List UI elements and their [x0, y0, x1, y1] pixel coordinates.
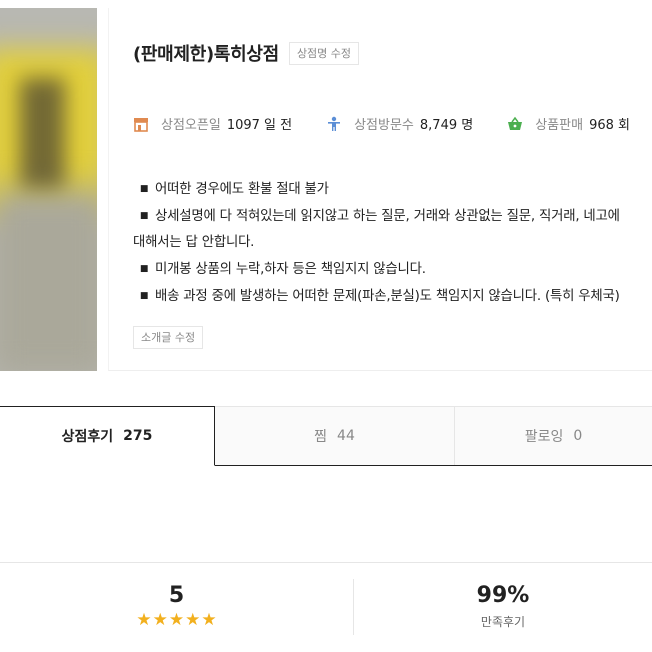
stat-value: 968 회 [589, 118, 630, 133]
intro-text: 대해서는 답 안합니다. [133, 235, 255, 250]
edit-shop-name-button[interactable]: 상점명 수정 [288, 41, 360, 65]
star-icon: ★ [136, 610, 152, 630]
tab-label: 상점후기 [61, 429, 114, 445]
tab-label: 팔로잉 [524, 429, 564, 445]
shop-intro: ■ 어떠한 경우에도 환불 절대 불가 ■ 상세설명에 다 적혀있는데 읽지않고 하… [133, 176, 652, 310]
rating-summary: 5 ★ ★ ★ ★ ★ [0, 563, 353, 643]
intro-text: 미개봉 상품의 누락,하자 등은 책임지지 않습니다. [155, 262, 426, 277]
star-icon: ★ [185, 610, 201, 630]
intro-text: 배송 과정 중에 발생하는 어떠한 문제(파손,분실)도 책임지지 않습니다. … [155, 289, 620, 304]
star-icon: ★ [201, 610, 217, 630]
tab-count: 275 [123, 428, 153, 444]
tab-wishlist[interactable]: 찜 44 [215, 406, 455, 466]
intro-line: ■ 배송 과정 중에 발생하는 어떠한 문제(파손,분실)도 책임지지 않습니다.… [133, 283, 652, 310]
tab-reviews[interactable]: 상점후기 275 [0, 406, 215, 466]
review-summary: 5 ★ ★ ★ ★ ★ 99% 만족후기 [0, 562, 652, 642]
star-icon: ★ [152, 610, 168, 630]
rating-stars: ★ ★ ★ ★ ★ [0, 611, 353, 629]
stat-label: 상점오픈일 [161, 118, 221, 133]
visitor-icon [328, 116, 341, 131]
edit-intro-button[interactable]: 소개글 수정 [133, 326, 204, 349]
stat-label: 상품판매 [535, 118, 584, 133]
shop-info-panel: (판매제한)톡히상점 상점명 수정 상점오픈일 1097 일 전 상점방문수 8… [108, 8, 652, 371]
tabs-divider [215, 465, 652, 466]
stat-value: 8,749 명 [419, 118, 474, 133]
rating-value: 5 [168, 583, 185, 608]
basket-icon [508, 116, 523, 130]
satisfaction-label: 만족후기 [480, 615, 526, 629]
satisfaction-value: 99% [476, 583, 530, 608]
shop-stats: 상점오픈일 1097 일 전 상점방문수 8,749 명 상품판매 968 회 [133, 114, 652, 133]
intro-line: ■ 어떠한 경우에도 환불 절대 불가 [133, 176, 652, 203]
store-icon [134, 117, 148, 132]
tab-count: 44 [337, 428, 355, 444]
stat-sales: 상품판매 968 회 [507, 114, 630, 133]
stat-open-days: 상점오픈일 1097 일 전 [133, 114, 292, 133]
intro-line: 대해서는 답 안합니다. [133, 230, 652, 256]
star-icon: ★ [168, 610, 185, 630]
intro-text: 어떠한 경우에도 환불 절대 불가 [155, 182, 329, 197]
shop-image-blur [20, 78, 65, 188]
bullet-icon: ■ [139, 184, 149, 194]
shop-image [0, 8, 97, 371]
intro-line: ■ 미개봉 상품의 누락,하자 등은 책임지지 않습니다. [133, 256, 652, 283]
stat-visitors: 상점방문수 8,749 명 [326, 114, 473, 133]
tab-following[interactable]: 팔로잉 0 [455, 406, 652, 466]
tab-count: 0 [573, 428, 583, 444]
shop-title-row: (판매제한)톡히상점 상점명 수정 [133, 40, 360, 66]
stat-value: 1097 일 전 [226, 118, 293, 133]
bullet-icon: ■ [139, 211, 149, 221]
stat-label: 상점방문수 [354, 118, 414, 133]
intro-edit-row: 소개글 수정 [133, 326, 204, 349]
intro-text: 상세설명에 다 적혀있는데 읽지않고 하는 질문, 거래와 상관없는 질문, 직… [155, 209, 620, 224]
intro-line: ■ 상세설명에 다 적혀있는데 읽지않고 하는 질문, 거래와 상관없는 질문, … [133, 203, 652, 230]
shop-image-blur [0, 188, 97, 371]
bullet-icon: ■ [139, 291, 149, 301]
bullet-icon: ■ [139, 264, 149, 274]
tab-label: 찜 [314, 429, 328, 445]
shop-tabs: 상점후기 275 찜 44 팔로잉 0 [0, 406, 652, 466]
shop-name: (판매제한)톡히상점 [133, 44, 279, 65]
satisfaction-summary: 99% 만족후기 [354, 563, 652, 643]
